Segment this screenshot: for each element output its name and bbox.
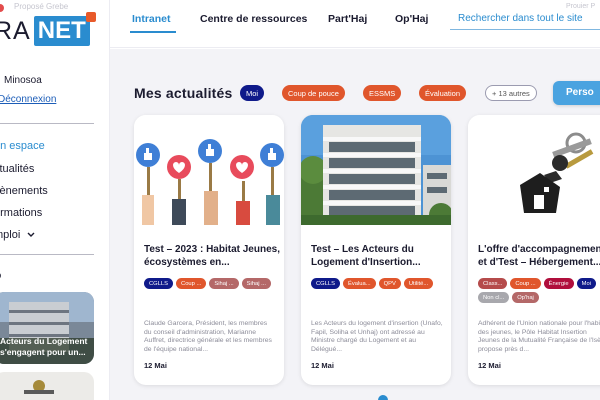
house-keys-photo <box>468 115 600 225</box>
chevron-down-icon <box>27 232 35 238</box>
filter-chip-essms[interactable]: ESSMS <box>363 85 402 101</box>
filter-chip-coup-de-pouce[interactable]: Coup de pouce <box>282 85 345 101</box>
news-card-description: Les Acteurs du logement d'insertion (Una… <box>311 320 443 353</box>
news-card-description: Adhérent de l'Union nationale pour l'hab… <box>478 320 600 353</box>
app-logo[interactable]: RA NET <box>0 12 96 46</box>
tab-op-haj[interactable]: Op'Haj <box>395 13 428 25</box>
search-input[interactable]: Rechercher dans tout le site <box>450 8 600 30</box>
page-title: Mes actualités <box>134 85 233 101</box>
news-card-date: 12 Mai <box>311 361 334 370</box>
personalize-button[interactable]: Perso <box>553 81 600 105</box>
news-card[interactable]: L'offre d'accompagnement et d'Test – Héb… <box>468 115 600 385</box>
active-tab-indicator <box>130 31 176 33</box>
tag-badge[interactable]: Sihaj ... <box>209 278 239 289</box>
sidebar-news-card[interactable] <box>0 372 94 400</box>
filter-chip-moi[interactable]: Moi <box>240 85 265 101</box>
sidebar-divider <box>0 254 94 255</box>
thumbs-hearts-illustration <box>134 115 284 225</box>
sidebar-item-emploi-label: mploi <box>0 229 21 241</box>
news-card[interactable]: Test – 2023 : Habitat Jeunes, écosystème… <box>134 115 284 385</box>
news-card-date: 12 Mai <box>144 361 167 370</box>
sidebar-divider <box>0 123 94 124</box>
news-card-date: 12 Mai <box>478 361 501 370</box>
top-navigation: Intranet Centre de ressources Part'Haj O… <box>110 0 600 48</box>
sidebar-card-title: Acteurs du Logement s'engagent pour un..… <box>0 336 88 357</box>
faded-top-text: Proposé Grebe <box>14 2 69 11</box>
main-content: Mes actualités Moi Coup de pouce ESSMS É… <box>110 49 600 400</box>
sidebar-item-evenements[interactable]: vènements <box>0 185 48 197</box>
tab-intranet[interactable]: Intranet <box>132 13 171 25</box>
tag-badge[interactable]: Non cl... <box>478 292 510 303</box>
logo-text-right: NET <box>33 12 96 46</box>
tag-badge[interactable]: Coup ... <box>176 278 207 289</box>
logo-text-left: RA <box>0 16 31 45</box>
sidebar-section-heading: o <box>0 268 1 282</box>
news-card-title: L'offre d'accompagnement et d'Test – Héb… <box>478 244 600 268</box>
sidebar: Proposé Grebe RA NET Minosoa Déconnexion… <box>0 0 110 400</box>
more-filters-chip[interactable]: + 13 autres <box>485 85 537 101</box>
tag-badge[interactable]: Évalua... <box>343 278 376 289</box>
tag-badge[interactable]: Sihaj ... <box>241 278 272 289</box>
news-card-tags: CGLLS Évalua... QPV Utilité... <box>311 278 446 289</box>
carousel-indicator[interactable] <box>378 395 388 400</box>
news-card-tags: Class... Coup ... Énergie Moi Non cl... … <box>478 278 600 303</box>
sidebar-item-mon-espace[interactable]: on espace <box>0 140 45 152</box>
tag-badge[interactable]: QPV <box>378 278 401 289</box>
news-card-title: Test – 2023 : Habitat Jeunes, écosystème… <box>144 244 280 268</box>
sidebar-item-emploi[interactable]: mploi <box>0 229 35 241</box>
tab-part-haj[interactable]: Part'Haj <box>328 13 367 25</box>
sidebar-item-actualites[interactable]: ctualités <box>0 163 34 175</box>
news-card-title: Test – Les Acteurs du Logement d'Inserti… <box>311 244 421 268</box>
tag-badge[interactable]: CGLLS <box>144 278 174 289</box>
news-card-description: Claude Garcera, Président, les membres d… <box>144 320 272 353</box>
tag-badge[interactable]: Class... <box>478 278 508 289</box>
user-name: Minosoa <box>4 75 42 86</box>
tag-badge[interactable]: Utilité... <box>403 278 434 289</box>
tag-badge[interactable]: Coup ... <box>510 278 541 289</box>
apartment-building-photo <box>301 115 451 225</box>
tag-badge[interactable]: Énergie <box>543 278 574 289</box>
filter-chip-evaluation[interactable]: Évaluation <box>419 85 467 101</box>
tag-badge[interactable]: Moi <box>576 278 596 289</box>
logout-link[interactable]: Déconnexion <box>0 94 56 105</box>
sidebar-news-card[interactable]: Acteurs du Logement s'engagent pour un..… <box>0 292 94 364</box>
sidebar-item-formations[interactable]: ormations <box>0 207 42 219</box>
tab-centre-de-ressources[interactable]: Centre de ressources <box>200 13 307 25</box>
news-card[interactable]: Test – Les Acteurs du Logement d'Inserti… <box>301 115 451 385</box>
news-card-tags: CGLLS Coup ... Sihaj ... Sihaj ... <box>144 278 279 289</box>
app-root: Proposé Grebe RA NET Minosoa Déconnexion… <box>0 0 600 400</box>
tag-badge[interactable]: CGLLS <box>311 278 341 289</box>
keys-thumbnail-image <box>0 372 94 400</box>
tag-badge[interactable]: Op'haj <box>512 292 539 303</box>
notification-dot[interactable] <box>0 4 4 12</box>
